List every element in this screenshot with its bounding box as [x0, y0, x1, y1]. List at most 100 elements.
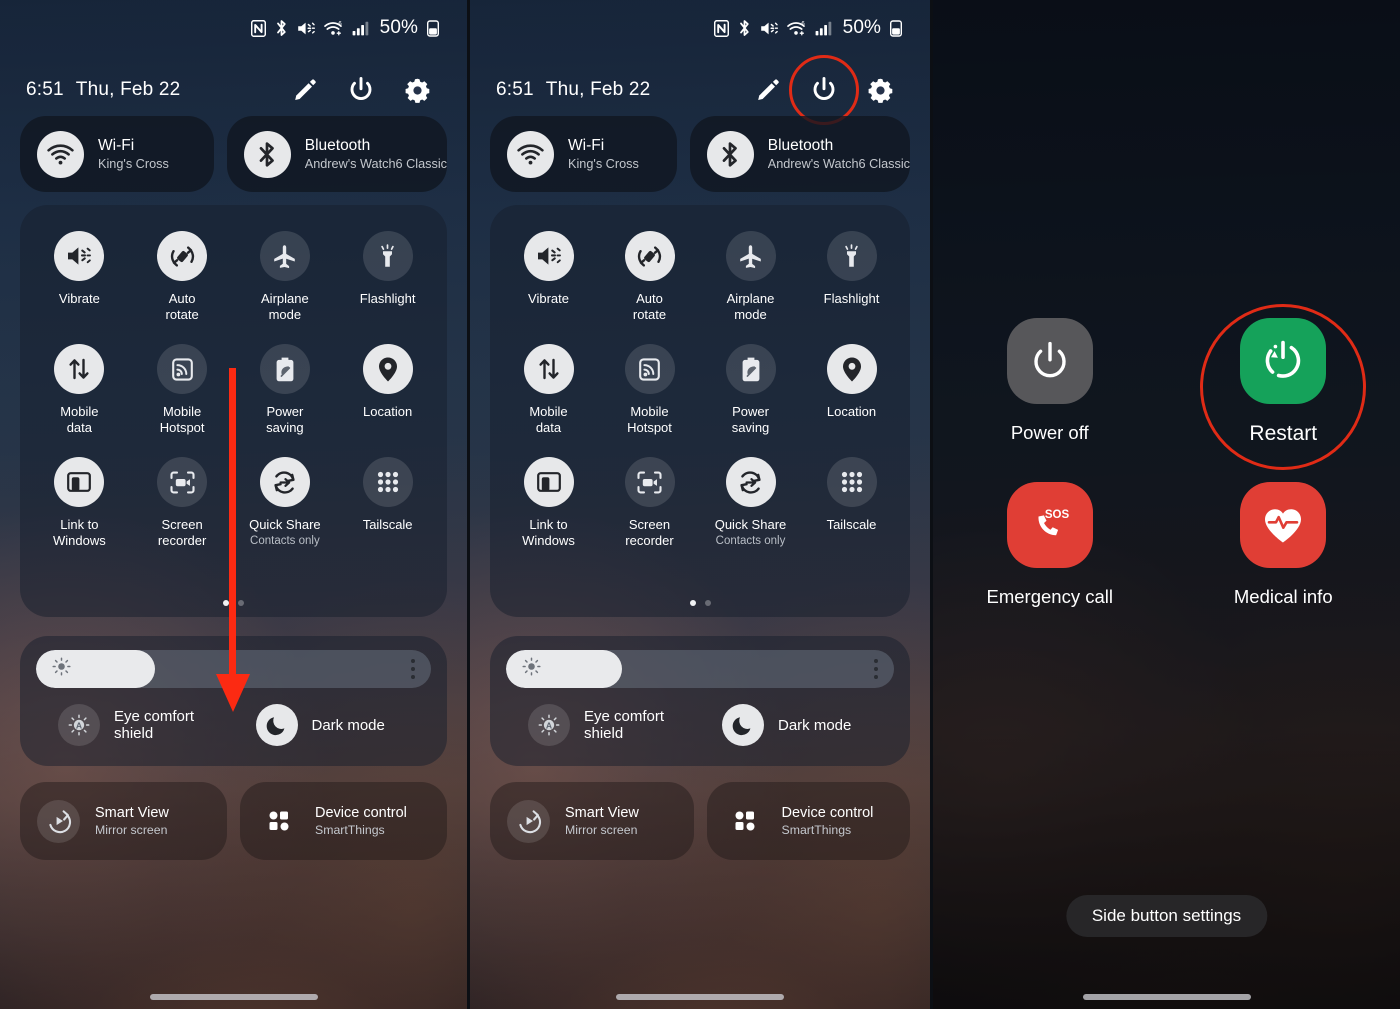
- brightness-slider[interactable]: [506, 650, 894, 688]
- device-control-icon: [257, 809, 300, 833]
- device-control-tile[interactable]: Device control SmartThings: [706, 782, 910, 860]
- power-menu-row-2: SOS Emergency call Medical info: [933, 482, 1400, 608]
- link-windows-icon: [523, 457, 574, 507]
- toggle-link-to-windows[interactable]: Link to Windows: [498, 457, 599, 548]
- wifi-title: Wi-Fi: [568, 137, 605, 154]
- toggle-label: Link to Windows: [53, 517, 106, 548]
- toggle-location[interactable]: Location: [336, 344, 439, 435]
- side-button-settings-button[interactable]: Side button settings: [1065, 895, 1268, 937]
- svg-text:A: A: [546, 720, 552, 730]
- toggle-flashlight[interactable]: Flashlight: [801, 231, 902, 322]
- clock-date-label: Thu, Feb 22: [75, 79, 181, 100]
- bluetooth-tile[interactable]: Bluetooth Andrew's Watch6 Classic: [226, 116, 447, 192]
- clock-time: 6:51: [496, 79, 534, 100]
- battery-icon: [890, 19, 902, 37]
- gear-icon[interactable]: [852, 68, 908, 112]
- battery-icon: [427, 19, 439, 37]
- toggle-screen-recorder[interactable]: Screen recorder: [599, 457, 700, 548]
- toggle-tailscale[interactable]: Tailscale: [336, 457, 439, 548]
- toggle-power-saving[interactable]: Power saving: [700, 344, 801, 435]
- signal-icon: [352, 21, 369, 36]
- connectivity-tiles: Wi-Fi King's Cross Bluetooth Andrew's Wa…: [20, 116, 447, 192]
- toggle-label: Mobile Hotspot: [627, 404, 672, 435]
- smart-view-tile[interactable]: Smart View Mirror screen: [20, 782, 227, 860]
- toggle-label: Location: [826, 404, 877, 419]
- page-dot-2[interactable]: [704, 600, 711, 606]
- dark-mode-moon-icon: [722, 704, 764, 746]
- eye-comfort-shield-toggle[interactable]: A Eye comfort shield: [506, 704, 700, 746]
- gesture-bar[interactable]: [149, 994, 318, 1000]
- toggle-vibrate[interactable]: Vibrate: [28, 231, 131, 322]
- toggle-vibrate[interactable]: Vibrate: [498, 231, 599, 322]
- power-saving-icon: [259, 344, 310, 394]
- panel-power-menu: Power off Restart SOS Emergency call Med…: [933, 0, 1400, 1009]
- wifi-tile[interactable]: Wi-Fi King's Cross: [20, 116, 214, 192]
- smart-view-tile[interactable]: Smart View Mirror screen: [490, 782, 694, 860]
- eye-comfort-shield-toggle[interactable]: A Eye comfort shield: [36, 704, 234, 746]
- overflow-menu-icon[interactable]: [874, 659, 878, 679]
- power-icon[interactable]: [789, 55, 859, 125]
- link-windows-icon: [54, 457, 105, 507]
- gear-icon[interactable]: [389, 68, 445, 112]
- location-pin-icon: [362, 344, 413, 394]
- toggle-power-saving[interactable]: Power saving: [234, 344, 337, 435]
- gesture-bar[interactable]: [616, 994, 784, 1000]
- mobile-data-icon: [523, 344, 574, 394]
- nfc-icon: [250, 19, 266, 37]
- power-icon[interactable]: [333, 68, 389, 112]
- eye-comfort-label: Eye comfort shield: [114, 708, 195, 742]
- restart-button[interactable]: Restart: [1167, 304, 1400, 470]
- dark-mode-toggle[interactable]: Dark mode: [700, 704, 894, 746]
- bluetooth-icon: [706, 130, 754, 178]
- dark-mode-moon-icon: [255, 704, 298, 746]
- header-actions: [277, 68, 467, 112]
- edit-pencil-icon[interactable]: [740, 68, 796, 112]
- page-dot-1[interactable]: [689, 600, 696, 606]
- medical-info-button[interactable]: Medical info: [1167, 482, 1400, 608]
- toggle-mobile-hotspot[interactable]: Mobile Hotspot: [599, 344, 700, 435]
- toggle-location[interactable]: Location: [801, 344, 902, 435]
- emergency-call-button[interactable]: SOS Emergency call: [933, 482, 1167, 608]
- overflow-menu-icon[interactable]: [411, 659, 415, 679]
- edit-pencil-icon[interactable]: [277, 68, 333, 112]
- toggle-airplane-mode[interactable]: Airplane mode: [700, 231, 801, 322]
- status-bar: 6 50%: [470, 0, 930, 56]
- toggle-link-to-windows[interactable]: Link to Windows: [28, 457, 131, 548]
- bluetooth-tile[interactable]: Bluetooth Andrew's Watch6 Classic: [689, 116, 910, 192]
- toggle-screen-recorder[interactable]: Screen recorder: [131, 457, 234, 548]
- power-menu-grid: Power off Restart SOS Emergency call Med…: [933, 304, 1400, 608]
- device-control-tile[interactable]: Device control SmartThings: [240, 782, 447, 860]
- toggle-label: Airplane mode: [261, 291, 309, 322]
- clock-time: 6:51: [26, 79, 64, 100]
- airplane-icon: [725, 231, 776, 281]
- toggle-label: Airplane mode: [726, 291, 775, 322]
- dark-mode-label: Dark mode: [778, 716, 852, 734]
- wifi6-icon: 6: [323, 20, 343, 37]
- toggle-auto-rotate[interactable]: Auto rotate: [599, 231, 700, 322]
- toggle-mobile-data[interactable]: Mobile data: [28, 344, 131, 435]
- wifi-icon: [507, 130, 554, 178]
- toggle-label: Quick Share: [714, 517, 787, 532]
- toggle-quick-share[interactable]: Quick Share Contacts only: [234, 457, 337, 548]
- toggle-tailscale[interactable]: Tailscale: [801, 457, 902, 548]
- bottom-tiles: Smart View Mirror screen Device control …: [490, 782, 910, 860]
- bluetooth-icon: [243, 130, 291, 178]
- gesture-bar[interactable]: [1082, 994, 1251, 1000]
- toggle-label: Auto rotate: [632, 291, 667, 322]
- flashlight-icon: [826, 231, 877, 281]
- screen-recorder-icon: [624, 457, 675, 507]
- toggle-airplane-mode[interactable]: Airplane mode: [234, 231, 337, 322]
- wifi-tile[interactable]: Wi-Fi King's Cross: [490, 116, 677, 192]
- toggle-auto-rotate[interactable]: Auto rotate: [131, 231, 234, 322]
- toggle-quick-share[interactable]: Quick Share Contacts only: [700, 457, 801, 548]
- location-pin-icon: [826, 344, 877, 394]
- dark-mode-toggle[interactable]: Dark mode: [234, 704, 432, 746]
- toggle-flashlight[interactable]: Flashlight: [336, 231, 439, 322]
- power-off-button[interactable]: Power off: [933, 318, 1167, 446]
- clock-date: 6:51 Thu, Feb 22: [26, 79, 180, 101]
- airplane-icon: [259, 231, 310, 281]
- toggle-mobile-data[interactable]: Mobile data: [498, 344, 599, 435]
- device-control-icon: [724, 809, 767, 833]
- toggle-mobile-hotspot[interactable]: Mobile Hotspot: [131, 344, 234, 435]
- svg-text:A: A: [76, 720, 82, 730]
